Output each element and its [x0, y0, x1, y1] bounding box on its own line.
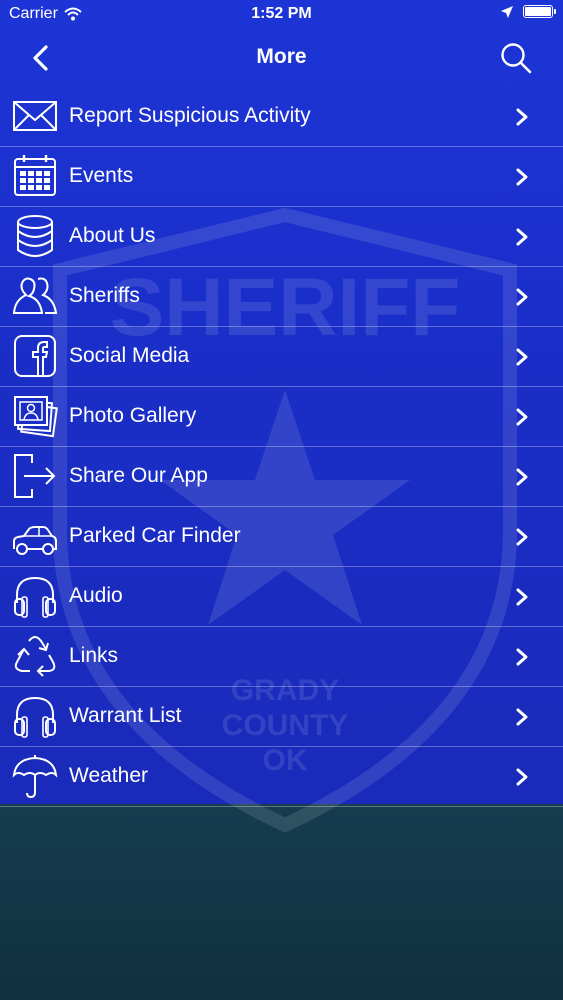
- menu-item-label: Events: [69, 164, 134, 187]
- menu-item-links[interactable]: Links: [0, 627, 563, 687]
- chevron-right-icon: [516, 228, 528, 246]
- facebook-icon: [14, 335, 56, 377]
- chevron-right-icon: [516, 108, 528, 126]
- menu-item-label: Photo Gallery: [69, 404, 197, 427]
- recycle-icon: [14, 636, 56, 677]
- headphones-icon: [14, 576, 56, 618]
- status-right: [501, 5, 556, 18]
- menu-item-label: Weather: [69, 764, 148, 787]
- battery-icon: [523, 5, 556, 18]
- users-icon: [12, 277, 58, 314]
- menu-item-sheriffs[interactable]: Sheriffs: [0, 267, 563, 327]
- search-button[interactable]: [499, 41, 533, 75]
- page-title: More: [256, 45, 307, 68]
- chevron-right-icon: [516, 528, 528, 546]
- menu-item-label: Share Our App: [69, 464, 208, 487]
- menu-item-warrant-list[interactable]: Warrant List: [0, 687, 563, 747]
- envelope-icon: [13, 101, 57, 131]
- database-icon: [17, 215, 53, 257]
- menu-item-weather[interactable]: Weather: [0, 747, 563, 807]
- headphones-icon: [14, 696, 56, 738]
- status-time: 1:52 PM: [251, 5, 312, 22]
- menu-item-label: Audio: [69, 584, 123, 607]
- menu-item-label: Sheriffs: [69, 284, 140, 307]
- chevron-right-icon: [516, 588, 528, 606]
- location-arrow-icon: [501, 5, 513, 18]
- menu-item-audio[interactable]: Audio: [0, 567, 563, 627]
- menu-item-social-media[interactable]: Social Media: [0, 327, 563, 387]
- menu-item-about-us[interactable]: About Us: [0, 207, 563, 267]
- chevron-right-icon: [516, 768, 528, 786]
- menu-item-label: Report Suspicious Activity: [69, 104, 311, 127]
- photo-gallery-icon: [14, 396, 58, 438]
- menu-item-label: About Us: [69, 224, 156, 247]
- navigation-bar: More: [0, 30, 563, 86]
- menu-item-photo-gallery[interactable]: Photo Gallery: [0, 387, 563, 447]
- chevron-right-icon: [516, 288, 528, 306]
- menu-item-label: Links: [69, 644, 119, 667]
- more-menu-list: Report Suspicious Activity Events About …: [0, 87, 563, 807]
- menu-item-share-our-app[interactable]: Share Our App: [0, 447, 563, 507]
- menu-item-label: Parked Car Finder: [69, 524, 241, 547]
- menu-item-report-suspicious-activity[interactable]: Report Suspicious Activity: [0, 87, 563, 147]
- chevron-right-icon: [516, 648, 528, 666]
- umbrella-icon: [12, 755, 58, 799]
- status-bar: Carrier 1:52 PM: [0, 0, 563, 30]
- calendar-icon: [14, 155, 56, 196]
- chevron-right-icon: [516, 408, 528, 426]
- chevron-right-icon: [516, 348, 528, 366]
- share-exit-icon: [14, 454, 56, 498]
- more-screen: SHERIFF GRADY COUNTY OK Carrier 1:52 PM …: [0, 0, 563, 1000]
- chevron-right-icon: [516, 468, 528, 486]
- menu-item-label: Warrant List: [69, 704, 182, 727]
- menu-item-parked-car-finder[interactable]: Parked Car Finder: [0, 507, 563, 567]
- menu-item-events[interactable]: Events: [0, 147, 563, 207]
- car-icon: [13, 526, 57, 555]
- menu-item-label: Social Media: [69, 344, 190, 367]
- chevron-right-icon: [516, 708, 528, 726]
- chevron-right-icon: [516, 168, 528, 186]
